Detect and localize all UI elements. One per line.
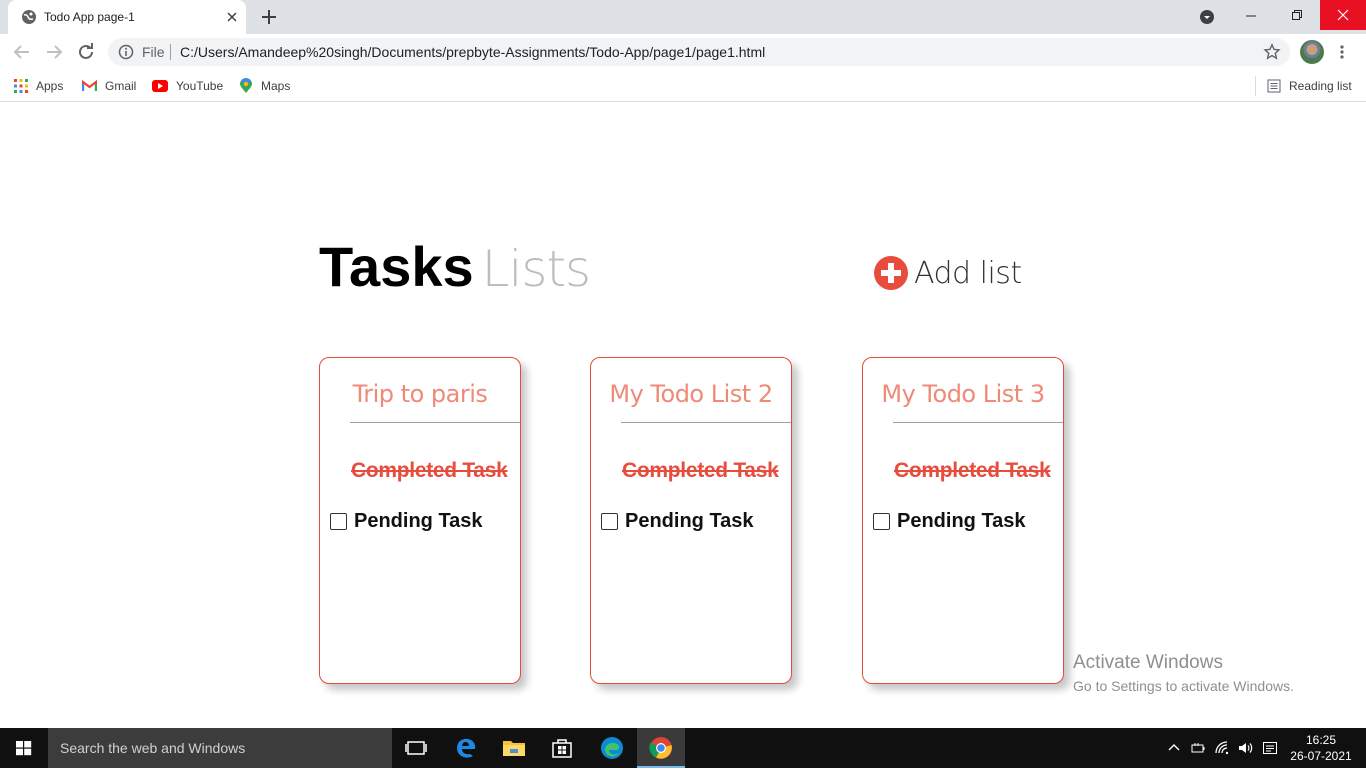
globe-icon [22,10,36,24]
title-underline [621,422,791,423]
activate-windows-watermark: Activate Windows Go to Settings to activ… [1073,652,1294,696]
tab-search-icon[interactable] [1199,9,1215,25]
title-underline [350,422,520,423]
browser-tab[interactable]: Todo App page-1 [8,0,246,34]
bookmarks-bar: Apps Gmail YouTube Maps Reading list [0,70,1366,102]
task-checkbox[interactable] [330,513,347,530]
bookmarks-separator [1255,76,1256,96]
windows-logo-icon [16,741,32,756]
restore-button[interactable] [1274,0,1320,30]
show-hidden-icons-chevron-icon[interactable] [1166,740,1182,756]
close-window-button[interactable] [1320,0,1366,30]
bookmark-star-icon[interactable] [1263,43,1281,61]
page-title-light: Lists [481,240,591,298]
page-title: Tasks Lists [319,235,591,301]
pending-task-row[interactable]: Pending Task [330,510,483,533]
page-content: Tasks Lists Add list Trip to paris Comple… [0,103,1366,728]
watermark-subtitle: Go to Settings to activate Windows. [1073,678,1294,694]
bookmark-label: YouTube [176,79,224,93]
watermark-title: Activate Windows [1073,652,1223,673]
pending-task-row[interactable]: Pending Task [873,510,1026,533]
minimize-icon [1246,15,1256,17]
battery-plug-icon[interactable] [1190,740,1206,756]
taskbar-chrome[interactable] [637,728,685,768]
profile-avatar[interactable] [1300,40,1324,64]
task-view-button[interactable] [392,728,440,768]
page-title-bold: Tasks [319,235,474,298]
taskbar-store[interactable] [538,728,586,768]
title-underline [893,422,1063,423]
list-title[interactable]: Trip to paris [320,380,520,408]
address-url[interactable]: C:/Users/Amandeep%20singh/Documents/prep… [180,44,765,60]
list-title[interactable]: My Todo List 2 [591,380,791,408]
bookmark-label: Gmail [105,79,137,93]
bookmark-label: Apps [36,79,64,93]
tab-strip: Todo App page-1 [0,0,1366,34]
reading-list-icon [1267,79,1281,93]
reading-list-label: Reading list [1289,79,1352,93]
pending-task: Pending Task [625,510,754,532]
task-checkbox[interactable] [873,513,890,530]
bookmark-label: Maps [261,79,291,93]
taskbar-search-placeholder: Search the web and Windows [60,740,246,756]
edge-icon [601,737,623,759]
folder-icon [503,741,525,756]
reload-icon[interactable] [76,42,96,62]
address-separator [170,44,171,60]
pending-task: Pending Task [354,510,483,532]
restore-icon [1292,10,1302,20]
tab-title: Todo App page-1 [44,10,135,24]
todo-list-card: Trip to paris Completed Task Pending Tas… [319,357,521,684]
todo-list-card: My Todo List 2 Completed Task Pending Ta… [590,357,792,684]
close-icon [1337,9,1349,21]
bookmark-gmail[interactable]: Gmail [82,77,136,95]
edge-legacy-icon [457,738,476,758]
back-arrow-icon[interactable] [12,42,32,62]
address-bar[interactable]: File C:/Users/Amandeep%20singh/Documents… [108,38,1290,66]
address-scheme: File [142,44,165,60]
pending-task: Pending Task [897,510,1026,532]
todo-list-card: My Todo List 3 Completed Task Pending Ta… [862,357,1064,684]
wifi-icon[interactable] [1214,740,1230,756]
taskbar-search-box[interactable]: Search the web and Windows [48,728,392,768]
clock-time: 16:25 [1305,733,1337,747]
chrome-icon [649,737,672,759]
notifications-icon[interactable] [1262,740,1278,756]
task-checkbox[interactable] [601,513,618,530]
taskbar-edge[interactable] [588,728,636,768]
list-title[interactable]: My Todo List 3 [863,380,1063,408]
pending-task-row[interactable]: Pending Task [601,510,754,533]
plus-circle-icon [874,256,908,290]
taskbar-file-explorer[interactable] [490,728,538,768]
bookmark-maps[interactable]: Maps [239,77,290,95]
volume-icon[interactable] [1237,740,1253,756]
reading-list-button[interactable]: Reading list [1267,77,1352,95]
gmail-icon [82,80,97,91]
apps-grid-icon [14,79,28,93]
completed-task[interactable]: Completed Task [622,459,779,483]
windows-taskbar: Search the web and Windows 16:25 26-07-2… [0,728,1366,768]
completed-task[interactable]: Completed Task [894,459,1051,483]
task-view-icon [405,741,427,755]
system-clock[interactable]: 16:25 26-07-2021 [1286,732,1356,764]
new-tab-icon[interactable] [260,8,278,26]
bookmark-youtube[interactable]: YouTube [152,77,223,95]
completed-task[interactable]: Completed Task [351,459,508,483]
info-icon[interactable] [118,44,134,60]
add-list-button[interactable]: Add list [873,255,1022,291]
clock-date: 26-07-2021 [1290,749,1352,763]
more-menu-icon[interactable] [1338,44,1346,60]
maps-icon [240,78,252,93]
bookmark-apps[interactable]: Apps [14,77,63,95]
store-bag-icon [552,739,572,758]
forward-arrow-icon[interactable] [44,42,64,62]
taskbar-edge-legacy[interactable] [442,728,490,768]
add-list-label: Add list [914,255,1022,291]
close-tab-icon[interactable] [224,9,240,25]
minimize-button[interactable] [1228,0,1274,30]
youtube-icon [152,80,168,92]
start-button[interactable] [0,728,48,768]
